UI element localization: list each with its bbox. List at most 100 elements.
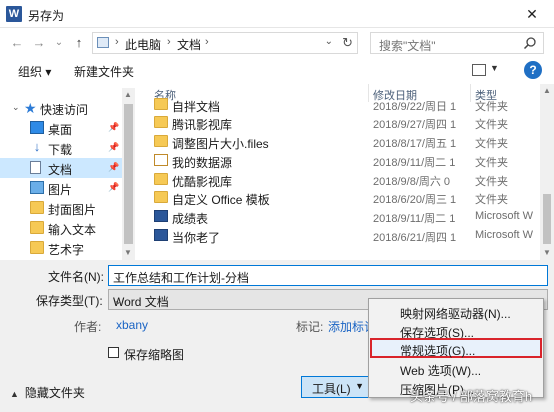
file-type: 文件夹 — [475, 176, 508, 188]
file-date: 2018/6/20/周三 1 — [373, 194, 457, 206]
author-label: 作者: — [74, 320, 102, 334]
file-row[interactable]: 调整图片大小.files 2018/8/17/周五 1 文件夹 — [142, 133, 544, 151]
file-type: 文件夹 — [475, 119, 508, 131]
navigation-pane: ⌄ ★ 快速访问 桌面 📌 ↓ 下载 📌 文档 📌 图片 📌 封面图片 输入文本… — [0, 88, 136, 260]
navigation-scrollbar[interactable]: ▲ ▼ — [122, 88, 135, 260]
sidebar-item-downloads[interactable]: ↓ 下载 📌 — [0, 138, 122, 158]
file-name: 腾讯影视库 — [172, 118, 233, 132]
file-name: 当你老了 — [172, 231, 221, 245]
file-date: 2018/9/27/周四 1 — [373, 119, 457, 131]
tools-menu: 映射网络驱动器(N)... 保存选项(S)... 常规选项(G)... Web … — [368, 298, 544, 398]
recent-locations-button[interactable]: ⌄ — [50, 34, 68, 52]
scroll-up-icon[interactable]: ▲ — [124, 90, 132, 99]
pin-icon: 📌 — [108, 142, 120, 152]
file-row[interactable]: 我的数据源 2018/9/11/周二 1 文件夹 — [142, 152, 544, 170]
file-row[interactable]: 自拌文档 2018/9/22/周日 1 文件夹 — [142, 96, 544, 114]
download-icon: ↓ — [33, 139, 41, 154]
chevron-down-icon[interactable]: ⌄ — [12, 102, 20, 113]
search-box[interactable]: 搜索"文档" — [370, 32, 544, 54]
author-field[interactable]: xbany — [116, 318, 148, 332]
filename-field[interactable]: 工作总结和工作计划-分档 ⌄ — [108, 265, 548, 286]
file-date: 2018/9/8/周六 0 — [373, 176, 451, 188]
file-date: 2018/9/11/周二 1 — [373, 157, 456, 169]
pin-icon: 📌 — [108, 122, 120, 132]
refresh-icon[interactable]: ↻ — [342, 35, 353, 51]
help-icon[interactable]: ? — [524, 61, 542, 79]
navigation-bar: ← → ⌄ ↑ › 此电脑 › 文档 › ⌄ ↻ 搜索"文档" — [0, 28, 554, 58]
file-name: 自拌文档 — [172, 100, 221, 114]
folder-icon — [154, 191, 168, 203]
view-options-icon[interactable] — [472, 64, 486, 76]
scrollbar-thumb[interactable] — [543, 194, 551, 244]
hide-folders-label: 隐藏文件夹 — [24, 386, 85, 400]
organize-button[interactable]: 组织 ▾ — [18, 63, 51, 80]
file-name: 成绩表 — [172, 212, 209, 226]
view-dropdown-icon[interactable]: ▼ — [490, 63, 499, 73]
file-row[interactable]: 腾讯影视库 2018/9/27/周四 1 文件夹 — [142, 114, 544, 132]
scroll-down-icon[interactable]: ▼ — [124, 248, 132, 257]
folder-icon — [30, 201, 44, 214]
save-thumbnail-checkbox[interactable] — [108, 347, 119, 358]
sidebar-item-documents[interactable]: 文档 📌 — [0, 158, 122, 178]
scroll-down-icon[interactable]: ▼ — [543, 248, 551, 257]
hide-folders-button[interactable]: ▲ 隐藏文件夹 — [10, 384, 85, 401]
breadcrumb-separator-icon: › — [205, 36, 209, 48]
scrollbar-thumb[interactable] — [124, 104, 133, 244]
close-button[interactable]: ✕ — [510, 0, 554, 28]
forward-button[interactable]: → — [30, 34, 48, 52]
folder-icon — [30, 221, 44, 234]
command-bar: 组织 ▾ 新建文件夹 ▼ ? — [0, 58, 554, 84]
search-input[interactable]: 搜索"文档" — [379, 37, 436, 54]
breadcrumb-separator-icon: › — [115, 36, 119, 48]
filename-label: 文件名(N): — [48, 270, 104, 284]
file-date: 2018/6/21/周四 1 — [373, 232, 457, 244]
document-icon — [30, 161, 41, 174]
breadcrumb-documents[interactable]: 文档 — [177, 36, 201, 53]
chevron-down-icon[interactable]: ⌄ — [113, 269, 542, 283]
dropdown-arrow-icon: ▼ — [355, 381, 364, 391]
filetype-label: 保存类型(T): — [36, 294, 103, 308]
folder-icon — [154, 116, 168, 128]
menu-item-web-options[interactable]: Web 选项(W)... — [370, 358, 542, 378]
up-button[interactable]: ↑ — [70, 34, 88, 52]
address-bar[interactable]: › 此电脑 › 文档 › ⌄ ↻ — [92, 32, 358, 54]
back-button[interactable]: ← — [8, 34, 26, 52]
new-folder-button[interactable]: 新建文件夹 — [74, 63, 134, 80]
pin-icon: 📌 — [108, 162, 120, 172]
sidebar-item-word-art[interactable]: 艺术字 — [0, 238, 122, 258]
tags-label: 标记: — [296, 320, 324, 334]
file-row[interactable]: 自定义 Office 模板 2018/6/20/周三 1 文件夹 — [142, 189, 544, 207]
tools-button-label: 工具(L) — [312, 382, 351, 396]
pin-icon: 📌 — [108, 182, 120, 192]
sidebar-item-label: 图片 — [48, 183, 73, 197]
folder-icon — [154, 173, 168, 185]
menu-item-save-options[interactable]: 保存选项(S)... — [370, 320, 542, 340]
file-name: 调整图片大小.files — [172, 137, 269, 151]
address-dropdown-icon[interactable]: ⌄ — [325, 36, 333, 47]
sidebar-item-desktop[interactable]: 桌面 📌 — [0, 118, 122, 138]
file-list-scrollbar[interactable]: ▲ ▼ — [540, 84, 554, 260]
sidebar-item-label: 封面图片 — [48, 203, 97, 217]
menu-item-map-network-drive[interactable]: 映射网络驱动器(N)... — [370, 301, 542, 321]
menu-item-general-options[interactable]: 常规选项(G)... — [370, 338, 542, 358]
sidebar-item-pictures[interactable]: 图片 📌 — [0, 178, 122, 198]
file-row[interactable]: 成绩表 2018/9/11/周二 1 Microsoft W — [142, 208, 544, 226]
tools-button[interactable]: 工具(L) ▼ — [301, 376, 373, 398]
save-thumbnail-label[interactable]: 保存缩略图 — [124, 346, 184, 363]
word-document-icon — [154, 210, 168, 222]
sidebar-item-cover-images[interactable]: 封面图片 — [0, 198, 122, 218]
file-type: 文件夹 — [475, 138, 508, 150]
file-type: 文件夹 — [475, 194, 508, 206]
sidebar-item-label: 文档 — [48, 163, 73, 177]
title-bar: W 另存为 ✕ — [0, 0, 554, 28]
word-app-icon: W — [6, 6, 22, 22]
breadcrumb-this-pc[interactable]: 此电脑 — [125, 36, 161, 53]
file-date: 2018/9/11/周二 1 — [373, 213, 456, 225]
file-row[interactable]: 优酷影视库 2018/9/8/周六 0 文件夹 — [142, 171, 544, 189]
chevron-up-icon: ▲ — [10, 389, 19, 399]
sidebar-item-quick-access[interactable]: ⌄ ★ 快速访问 — [0, 98, 122, 118]
file-row[interactable]: 当你老了 2018/6/21/周四 1 Microsoft W — [142, 227, 544, 245]
sidebar-item-input-text[interactable]: 输入文本 — [0, 218, 122, 238]
scroll-up-icon[interactable]: ▲ — [543, 86, 551, 95]
file-name: 我的数据源 — [172, 156, 233, 170]
